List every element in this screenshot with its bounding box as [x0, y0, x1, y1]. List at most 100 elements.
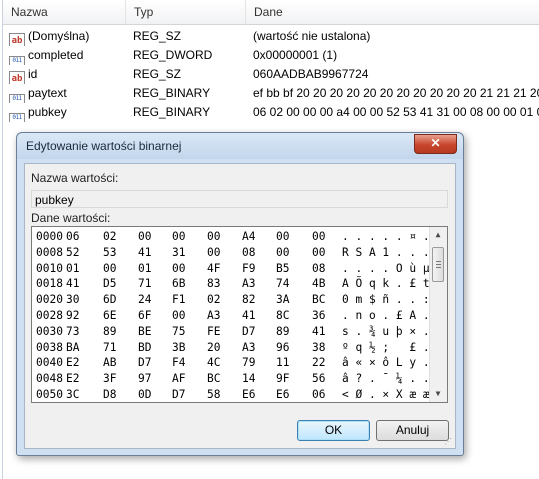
hex-byte: 30	[66, 293, 80, 307]
hex-byte: BE	[138, 324, 152, 338]
hex-byte: D7	[242, 324, 256, 338]
hex-ascii: < Ø . × X æ æ .	[342, 388, 444, 401]
hex-byte: F1	[172, 293, 186, 307]
hex-byte: 02	[207, 293, 221, 307]
hex-byte: BC	[312, 293, 326, 307]
hex-byte: 56	[312, 372, 326, 386]
hex-byte: 4B	[312, 277, 326, 291]
hex-byte: BD	[138, 340, 152, 354]
hex-scrollbar[interactable]: ▲ ▼	[429, 227, 447, 402]
hex-byte: 00	[312, 245, 326, 259]
hex-byte: 75	[172, 324, 186, 338]
value-name: ab id	[9, 65, 37, 84]
hex-ascii: º q ½ ; £ . 8	[342, 340, 444, 354]
hex-byte: 89	[276, 324, 290, 338]
hex-byte: 9F	[276, 372, 290, 386]
value-data: 06 02 00 00 00 a4 00 00 52 53 41 31 00 0…	[253, 105, 539, 119]
hex-byte: 52	[66, 245, 80, 259]
ok-button[interactable]: OK	[297, 420, 370, 441]
hex-byte: 08	[312, 261, 326, 275]
hex-byte: E6	[276, 388, 290, 401]
hex-byte: 00	[276, 230, 290, 243]
hex-offset: 0040	[36, 356, 63, 370]
value-type: REG_DWORD	[133, 48, 213, 62]
value-data: 0x00000001 (1)	[253, 48, 338, 62]
hex-byte: 06	[312, 388, 326, 401]
hex-byte: 22	[312, 356, 326, 370]
hex-byte: 53	[103, 245, 117, 259]
hex-byte: 24	[138, 293, 152, 307]
hex-byte: 6E	[103, 309, 117, 322]
column-header-type[interactable]: Typ	[126, 0, 246, 24]
hex-byte: 71	[138, 277, 152, 291]
dialog-title-bar[interactable]: Edytowanie wartości binarnej ✕	[17, 133, 463, 159]
value-name-text: (Domyślna)	[28, 29, 90, 43]
value-name-text: completed	[28, 48, 84, 62]
hex-editor[interactable]: 0000 06 02 00 00 00 A4 00 00. . . . . ¤ . . 0008 5…	[31, 226, 448, 403]
hex-byte: 3F	[103, 372, 117, 386]
hex-byte: F4	[172, 356, 186, 370]
hex-byte: 14	[242, 372, 256, 386]
hex-byte: AF	[172, 372, 186, 386]
hex-offset: 0038	[36, 340, 63, 354]
scroll-thumb[interactable]	[432, 247, 444, 282]
hex-byte: 36	[312, 309, 326, 322]
hex-offset: 0028	[36, 309, 63, 322]
hex-byte: 73	[66, 324, 80, 338]
cancel-button[interactable]: Anuluj	[376, 420, 449, 441]
list-item[interactable]: 011 pubkey REG_BINARY 06 02 00 00 00 a4 00 …	[3, 103, 539, 122]
hex-byte: B5	[276, 261, 290, 275]
hex-byte: 00	[172, 230, 186, 243]
hex-byte: 41	[66, 277, 80, 291]
list-item[interactable]: ab id REG_SZ 060AADBAB9967724	[3, 65, 539, 84]
hex-ascii: A Õ q k . £ t K	[342, 277, 444, 291]
hex-byte: A3	[242, 277, 256, 291]
hex-byte: 11	[276, 356, 290, 370]
hex-byte: 6F	[138, 309, 152, 322]
hex-byte: 82	[242, 293, 256, 307]
value-name: 011 pubkey	[9, 103, 67, 122]
hex-byte: 00	[207, 230, 221, 243]
value-name-text: paytext	[28, 86, 67, 100]
hex-offset: 0048	[36, 372, 63, 386]
hex-byte: D7	[172, 388, 186, 401]
string-value-icon: ab	[9, 33, 25, 46]
hex-byte: 06	[66, 230, 80, 243]
hex-byte: 00	[276, 245, 290, 259]
hex-byte: 3B	[172, 340, 186, 354]
hex-byte: 4F	[207, 261, 221, 275]
hex-offset: 0050	[36, 388, 63, 401]
hex-offset: 0018	[36, 277, 63, 291]
hex-byte: 08	[242, 245, 256, 259]
column-header-name[interactable]: Nazwa	[3, 0, 126, 24]
value-name-text: pubkey	[28, 105, 67, 119]
hex-byte: 6D	[103, 293, 117, 307]
hex-byte: D7	[138, 356, 152, 370]
hex-byte: 31	[172, 245, 186, 259]
hex-byte: 00	[138, 230, 152, 243]
value-data: 060AADBAB9967724	[253, 67, 369, 81]
hex-byte: 58	[207, 388, 221, 401]
column-header-data[interactable]: Dane	[246, 0, 539, 24]
value-type: REG_BINARY	[133, 86, 211, 100]
hex-byte: 38	[312, 340, 326, 354]
hex-ascii: R S A 1 . . . .	[342, 245, 444, 259]
scroll-down-arrow-icon[interactable]: ▼	[430, 386, 446, 402]
list-item[interactable]: 011 paytext REG_BINARY ef bb bf 20 20 20 20…	[3, 84, 539, 103]
hex-offset: 0020	[36, 293, 63, 307]
scroll-up-arrow-icon[interactable]: ▲	[430, 227, 446, 243]
hex-byte: 20	[207, 340, 221, 354]
hex-ascii: . . . . . ¤ . .	[342, 230, 444, 243]
hex-byte: A3	[207, 309, 221, 322]
resize-grip-icon[interactable]: ⋰	[444, 437, 454, 447]
hex-byte: E6	[242, 388, 256, 401]
close-button[interactable]: ✕	[414, 134, 457, 154]
hex-byte: E2	[66, 372, 80, 386]
list-item[interactable]: 011 completed REG_DWORD 0x00000001 (1)	[3, 46, 539, 65]
dialog-title: Edytowanie wartości binarnej	[26, 139, 182, 153]
hex-byte: 6B	[172, 277, 186, 291]
hex-byte: 71	[103, 340, 117, 354]
list-item[interactable]: ab (Domyślna) REG_SZ (wartość nie ustalona)	[3, 27, 539, 46]
hex-byte: FE	[207, 324, 221, 338]
hex-byte: 8C	[276, 309, 290, 322]
